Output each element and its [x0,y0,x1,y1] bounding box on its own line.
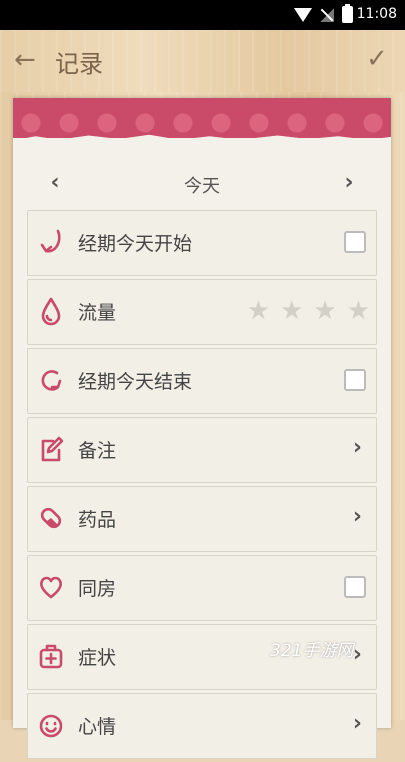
status-icons [294,4,353,23]
watermark: 321手游网 [270,641,354,661]
back-arrow-icon[interactable]: ← [14,46,42,74]
row-label: 心情 [78,716,117,738]
record-card: ‹ 今天 › 经期今天开始 流量 ★ ★ ★ ★ 经期今天结束 备注 › 药品 … [13,98,391,759]
medical-kit-icon [39,644,63,669]
battery-icon [342,4,353,23]
row-notes[interactable]: 备注 › [27,417,377,483]
period-start-icon [40,229,61,253]
row-label: 药品 [78,509,117,531]
flow-star-rating[interactable]: ★ ★ ★ ★ [247,296,370,326]
star-icon[interactable]: ★ [313,296,336,326]
row-label: 同房 [78,578,117,600]
day-navigator: ‹ 今天 › [13,168,391,202]
app-bar: ← 记录 ✓ [0,30,405,93]
intercourse-checkbox[interactable] [344,576,366,598]
row-label: 流量 [78,302,117,324]
chevron-right-icon: › [352,435,362,460]
row-medicine[interactable]: 药品 › [27,486,377,552]
row-intercourse[interactable]: 同房 [27,555,377,621]
row-period-start[interactable]: 经期今天开始 [27,210,377,276]
page-title: 记录 [55,50,103,78]
confirm-check-icon[interactable]: ✓ [363,44,391,74]
period-start-checkbox[interactable] [344,231,366,253]
smiley-icon [39,714,63,738]
period-end-icon [41,370,62,391]
next-day-chevron-icon[interactable]: › [334,168,364,198]
edit-icon [41,436,64,462]
row-label: 备注 [78,440,117,462]
row-mood[interactable]: 心情 › [27,693,377,759]
heart-icon [40,576,62,599]
wifi-icon [294,7,312,22]
row-period-end[interactable]: 经期今天结束 [27,348,377,414]
decorative-heart-band [13,98,391,138]
no-signal-icon [320,7,334,22]
row-label: 经期今天开始 [78,233,193,255]
status-time: 11:08 [356,6,397,22]
chevron-right-icon: › [352,711,362,736]
row-label: 症状 [78,647,117,669]
star-icon[interactable]: ★ [247,296,270,326]
row-label: 经期今天结束 [78,371,193,393]
record-list: 经期今天开始 流量 ★ ★ ★ ★ 经期今天结束 备注 › 药品 › 同房 症状… [27,210,377,762]
period-end-checkbox[interactable] [344,369,366,391]
chevron-right-icon: › [352,642,362,667]
status-bar: 11:08 [0,0,405,30]
drop-icon [41,297,61,326]
star-icon[interactable]: ★ [347,296,370,326]
pill-icon [40,507,62,529]
row-flow[interactable]: 流量 ★ ★ ★ ★ [27,279,377,345]
star-icon[interactable]: ★ [280,296,303,326]
chevron-right-icon: › [352,504,362,529]
